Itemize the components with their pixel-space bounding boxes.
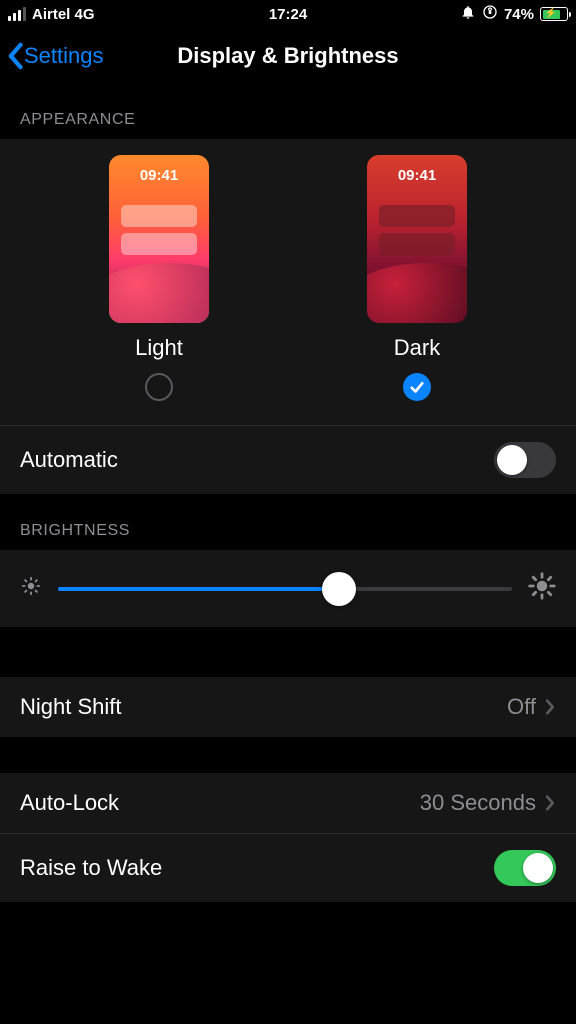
status-bar: Airtel 4G 17:24 74% ⚡ xyxy=(0,0,576,28)
dark-radio[interactable] xyxy=(403,373,431,401)
brightness-slider[interactable] xyxy=(58,587,512,591)
auto-lock-label: Auto-Lock xyxy=(20,790,119,816)
night-shift-label: Night Shift xyxy=(20,694,122,720)
brightness-low-icon xyxy=(20,575,42,602)
appearance-panel: 09:41 Light 09:41 Dark Automatic xyxy=(0,139,576,494)
status-time: 17:24 xyxy=(269,6,307,23)
dark-preview-thumbnail: 09:41 xyxy=(367,155,467,323)
brightness-header: BRIGHTNESS xyxy=(0,494,576,550)
night-shift-row[interactable]: Night Shift Off xyxy=(0,677,576,737)
automatic-label: Automatic xyxy=(20,447,118,473)
light-radio[interactable] xyxy=(145,373,173,401)
checkmark-icon xyxy=(408,378,426,396)
back-label: Settings xyxy=(24,43,104,69)
dark-label: Dark xyxy=(394,335,440,361)
appearance-header: APPEARANCE xyxy=(0,83,576,139)
signal-strength-icon xyxy=(8,7,26,21)
appearance-option-light[interactable]: 09:41 Light xyxy=(79,155,239,401)
orientation-lock-icon xyxy=(482,4,498,24)
alarm-icon xyxy=(460,4,476,24)
light-label: Light xyxy=(135,335,183,361)
battery-percent: 74% xyxy=(504,6,534,23)
page-title: Display & Brightness xyxy=(177,43,398,69)
back-button[interactable]: Settings xyxy=(0,42,104,70)
raise-to-wake-toggle[interactable] xyxy=(494,850,556,886)
automatic-toggle[interactable] xyxy=(494,442,556,478)
preview-time: 09:41 xyxy=(109,167,209,184)
brightness-panel xyxy=(0,550,576,627)
automatic-row: Automatic xyxy=(0,425,576,494)
chevron-left-icon xyxy=(6,42,24,70)
appearance-option-dark[interactable]: 09:41 Dark xyxy=(337,155,497,401)
brightness-high-icon xyxy=(528,572,556,605)
carrier-label: Airtel 4G xyxy=(32,6,95,23)
raise-to-wake-row: Raise to Wake xyxy=(0,833,576,902)
chevron-right-icon xyxy=(544,698,556,716)
brightness-slider-thumb[interactable] xyxy=(322,572,356,606)
light-preview-thumbnail: 09:41 xyxy=(109,155,209,323)
auto-lock-row[interactable]: Auto-Lock 30 Seconds xyxy=(0,773,576,833)
chevron-right-icon xyxy=(544,794,556,812)
nav-bar: Settings Display & Brightness xyxy=(0,28,576,83)
night-shift-value: Off xyxy=(507,694,536,720)
battery-icon: ⚡ xyxy=(540,7,568,21)
raise-to-wake-label: Raise to Wake xyxy=(20,855,162,881)
auto-lock-value: 30 Seconds xyxy=(420,790,536,816)
preview-time: 09:41 xyxy=(367,167,467,184)
